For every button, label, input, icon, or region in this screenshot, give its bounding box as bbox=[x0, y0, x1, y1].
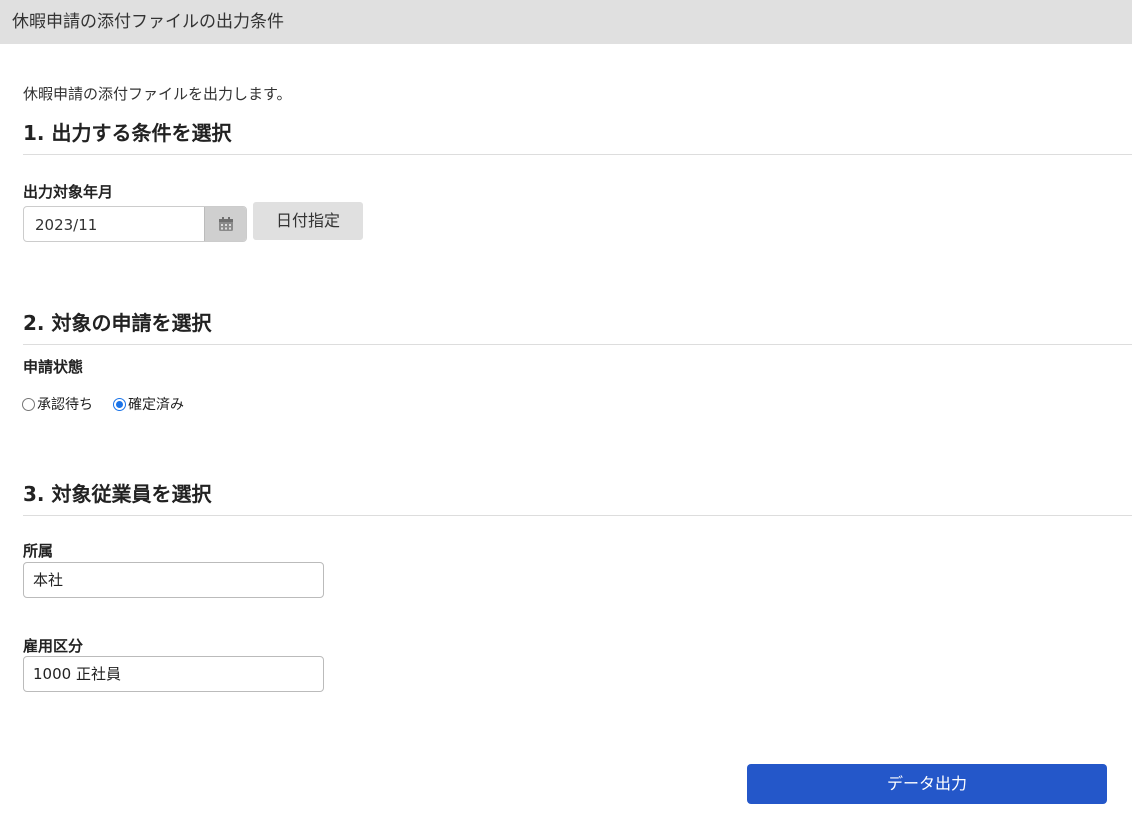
window-title: 休暇申請の添付ファイルの出力条件 bbox=[12, 12, 284, 32]
department-field[interactable]: 本社 bbox=[23, 562, 324, 598]
calendar-icon[interactable] bbox=[204, 207, 246, 241]
target-month-value[interactable]: 2023/11 bbox=[35, 216, 97, 234]
date-specify-button[interactable]: 日付指定 bbox=[253, 202, 363, 240]
title-bar: 休暇申請の添付ファイルの出力条件 bbox=[0, 0, 1132, 44]
employment-type-field[interactable]: 1000 正社員 bbox=[23, 656, 324, 692]
section-3-heading: 3. 対象従業員を選択 bbox=[23, 481, 1132, 516]
page: 休暇申請の添付ファイルの出力条件 休暇申請の添付ファイルを出力します。 1. 出… bbox=[0, 0, 1132, 816]
radio-pending[interactable] bbox=[22, 397, 35, 411]
application-status-radio-group: 承認待ち 確定済み bbox=[22, 394, 204, 414]
radio-option-pending[interactable]: 承認待ち bbox=[22, 394, 93, 414]
employment-type-label: 雇用区分 bbox=[23, 637, 84, 655]
data-export-button[interactable]: データ出力 bbox=[747, 764, 1107, 804]
target-month-label: 出力対象年月 bbox=[23, 183, 114, 201]
application-status-label: 申請状態 bbox=[23, 358, 84, 376]
radio-pending-label[interactable]: 承認待ち bbox=[37, 394, 93, 414]
target-month-input[interactable]: 2023/11 bbox=[23, 206, 247, 242]
section-1-heading: 1. 出力する条件を選択 bbox=[23, 120, 1132, 155]
radio-option-confirmed[interactable]: 確定済み bbox=[113, 394, 184, 414]
radio-confirmed[interactable] bbox=[113, 397, 126, 411]
department-label: 所属 bbox=[23, 542, 54, 560]
intro-text: 休暇申請の添付ファイルを出力します。 bbox=[23, 85, 292, 103]
radio-confirmed-label[interactable]: 確定済み bbox=[128, 394, 184, 414]
section-2-heading: 2. 対象の申請を選択 bbox=[23, 310, 1132, 345]
